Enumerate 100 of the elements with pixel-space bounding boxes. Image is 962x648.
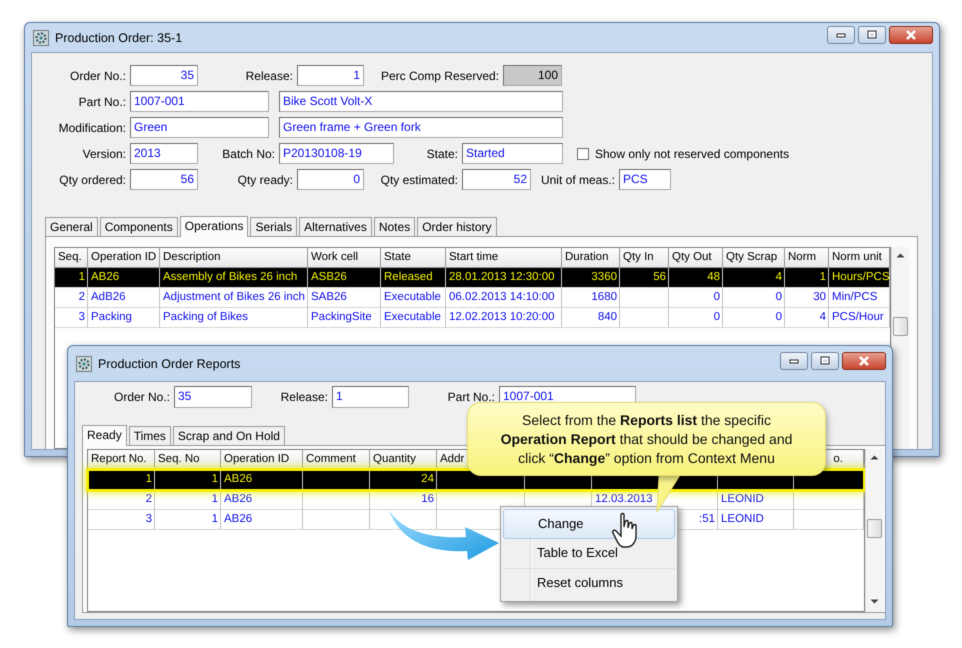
table-row[interactable]: 2 AdB26 Adjustment of Bikes 26 inch SAB26 Executable 06.02.2013 14:10:00 1680 0 0 30 Min/PCS	[55, 288, 890, 308]
input-field[interactable]: 35	[174, 386, 252, 408]
tab[interactable]: Ready	[82, 425, 127, 446]
table-cell: Hours/PCS	[829, 268, 890, 288]
column-header: Operation ID	[88, 248, 160, 268]
tab[interactable]: General	[45, 217, 98, 236]
column-header: Qty Out	[669, 248, 723, 268]
column-header: Description	[160, 248, 308, 268]
table-cell: AB26	[221, 490, 303, 510]
table-cell: 4	[785, 308, 829, 328]
table-cell: Released	[381, 268, 446, 288]
tab[interactable]: Serials	[250, 217, 298, 236]
table-cell: 0	[723, 308, 785, 328]
field-label: Part No.:	[78, 94, 126, 108]
input-field[interactable]: 1	[332, 386, 409, 408]
input-field[interactable]: Green	[130, 117, 269, 138]
table-cell: 30	[785, 288, 829, 308]
window-title: Production Order: 35-1	[55, 30, 182, 44]
input-field[interactable]: 2013	[130, 143, 198, 164]
field-label: Part No.:	[448, 390, 495, 404]
column-header: Work cell	[308, 248, 381, 268]
table-cell: AB26	[221, 510, 303, 530]
scroll-thumb[interactable]	[893, 317, 908, 336]
tab[interactable]: Notes	[374, 217, 416, 236]
table-cell: ASB26	[308, 268, 381, 288]
tab[interactable]: Components	[100, 217, 178, 236]
tab[interactable]: Operations	[180, 216, 248, 237]
table-cell: PCS/Hour	[829, 308, 890, 328]
table-cell: 12.02.2013 10:20:00	[446, 308, 562, 328]
field-label: Release:	[246, 68, 293, 82]
table-row[interactable]: 1 1 AB26 24	[88, 470, 864, 490]
table-cell: 1	[155, 470, 221, 490]
table-cell: 1	[155, 490, 221, 510]
table-cell: 1	[88, 470, 155, 490]
close-icon	[858, 356, 870, 366]
table-row[interactable]: 1 AB26 Assembly of Bikes 26 inch ASB26 Released 28.01.2013 12:30:00 3360 56 48 4 1 Hours/PCS	[55, 268, 890, 288]
field-label: State:	[426, 146, 458, 160]
field-label: Version:	[82, 146, 126, 160]
scroll-thumb[interactable]	[867, 519, 882, 538]
minimize-button[interactable]	[780, 352, 808, 370]
input-field[interactable]: 52	[462, 169, 531, 190]
scrollbar[interactable]	[891, 247, 909, 449]
close-button[interactable]	[842, 352, 886, 370]
table-cell: AB26	[88, 268, 160, 288]
menu-item[interactable]: Change	[503, 509, 675, 539]
menu-item[interactable]: Reset columns	[503, 569, 675, 599]
input-field[interactable]: Started	[462, 143, 563, 164]
column-header: Start time	[446, 248, 562, 268]
tab[interactable]: Order history	[417, 217, 497, 236]
scroll-up-icon	[870, 455, 879, 460]
table-cell: 1	[155, 510, 221, 530]
table-cell: 06.02.2013 14:10:00	[446, 288, 562, 308]
tab[interactable]: Scrap and On Hold	[172, 426, 285, 445]
table-cell: 0	[669, 288, 723, 308]
table-cell: 28.01.2013 12:30:00	[446, 268, 562, 288]
table-cell: 1680	[562, 288, 620, 308]
tab[interactable]: Alternatives	[299, 217, 372, 236]
input-field[interactable]: 0	[297, 169, 364, 190]
table-cell: 4	[723, 268, 785, 288]
table-cell: PackingSite	[308, 308, 381, 328]
input-field[interactable]: 1	[297, 65, 364, 86]
field-label: Batch No:	[222, 146, 275, 160]
column-header: Seq.	[55, 248, 88, 268]
minimize-button[interactable]	[827, 26, 855, 44]
table-cell: 0	[669, 308, 723, 328]
table-cell: Executable	[381, 288, 446, 308]
table-cell: 3	[55, 308, 88, 328]
checkbox-label: Show only not reserved components	[595, 146, 790, 160]
column-header: Seq. No	[155, 450, 221, 470]
field-label: Release:	[280, 390, 328, 404]
close-button[interactable]	[889, 26, 933, 44]
maximize-button[interactable]	[811, 352, 839, 370]
column-header: Quantity	[370, 450, 437, 470]
table-cell: 24	[370, 470, 437, 490]
table-cell: 1	[55, 268, 88, 288]
input-field[interactable]: 100	[503, 65, 562, 86]
column-header: State	[381, 248, 446, 268]
table-cell: 2	[88, 490, 155, 510]
input-field[interactable]: 35	[130, 65, 198, 86]
table-cell: 16	[370, 490, 437, 510]
field-label: Qty ordered:	[59, 172, 126, 186]
maximize-button[interactable]	[858, 26, 886, 44]
table-cell: 56	[620, 268, 669, 288]
input-field[interactable]: 1007-001	[130, 91, 269, 112]
field-label: Perc Comp Reserved:	[380, 68, 499, 82]
scrollbar[interactable]	[865, 449, 883, 612]
field-label: Order No.:	[70, 68, 126, 82]
tab[interactable]: Times	[128, 426, 171, 445]
field-label: Modification:	[58, 120, 126, 134]
window-title: Production Order Reports	[98, 356, 240, 370]
minimize-icon	[836, 32, 846, 38]
column-header: Norm	[785, 248, 829, 268]
input-field[interactable]: Bike Scott Volt-X	[279, 91, 563, 112]
input-field[interactable]: P20130108-19	[279, 143, 394, 164]
field-label: Qty estimated:	[380, 172, 458, 186]
input-field[interactable]: PCS	[619, 169, 671, 190]
input-field[interactable]: 56	[130, 169, 198, 190]
table-row[interactable]: 3 Packing Packing of Bikes PackingSite Executable 12.02.2013 10:20:00 840 0 0 4 PCS/Hour	[55, 308, 890, 328]
input-field[interactable]: Green frame + Green fork	[279, 117, 563, 138]
checkbox[interactable]	[577, 148, 589, 160]
